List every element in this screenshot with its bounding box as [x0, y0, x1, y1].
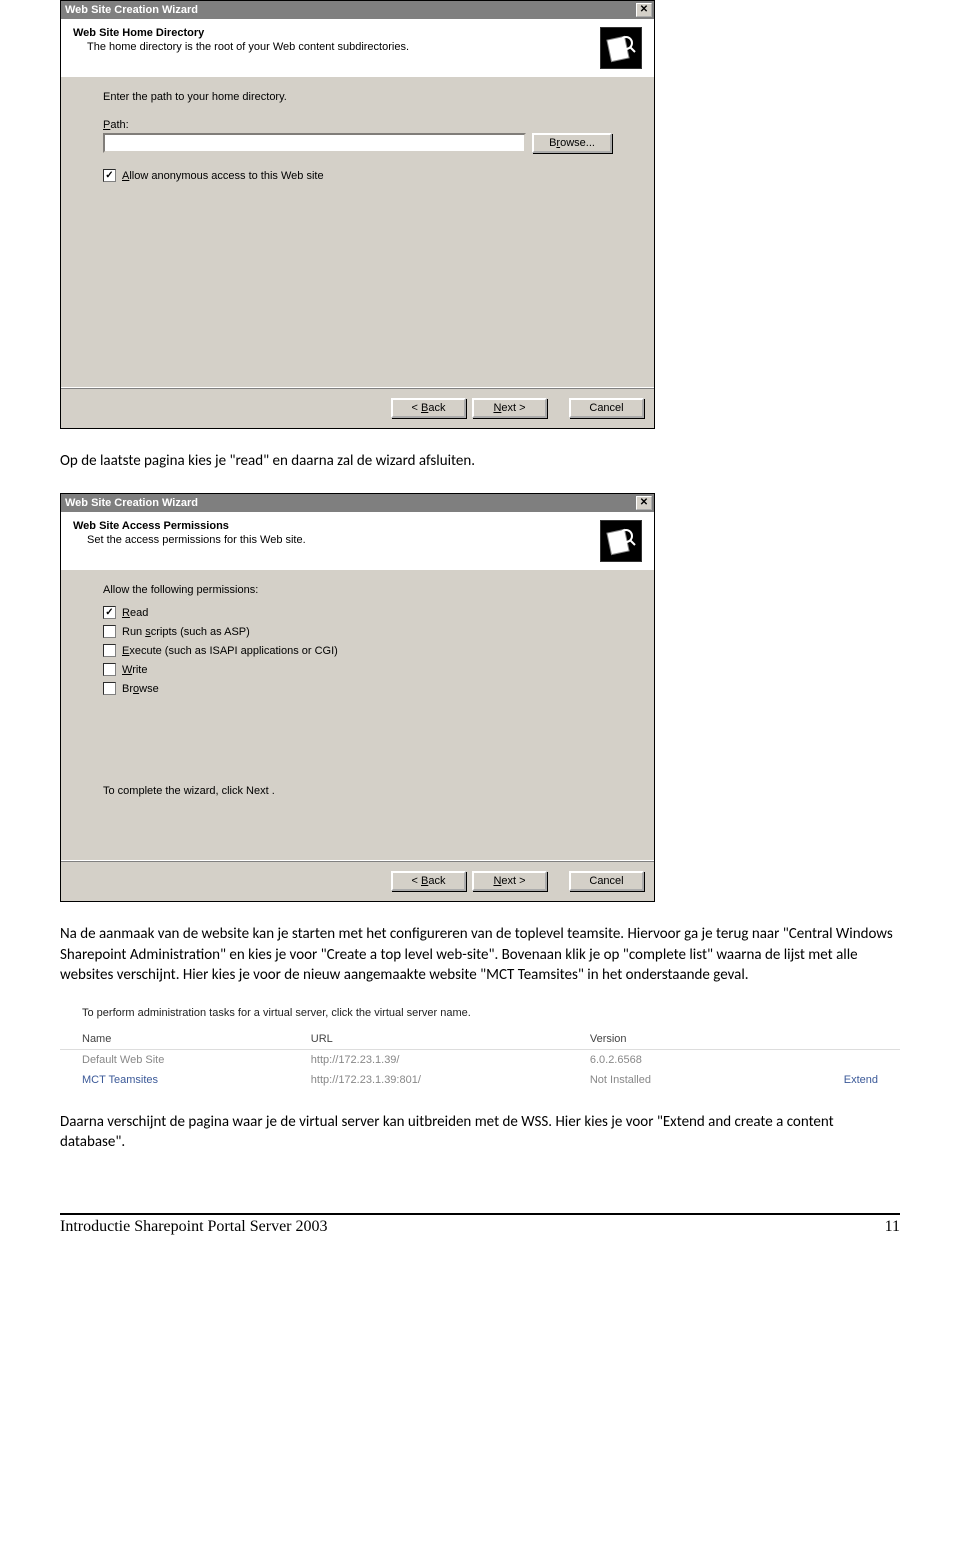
enter-path-prompt: Enter the path to your home directory. [103, 91, 612, 103]
table-row: Default Web Site http://172.23.1.39/ 6.0… [60, 1050, 900, 1071]
wizard-dialog-home-directory: Web Site Creation Wizard ✕ Web Site Home… [60, 0, 655, 429]
virtual-server-list: To perform administration tasks for a vi… [60, 1007, 900, 1090]
doc-footer-title: Introductie Sharepoint Portal Server 200… [60, 1218, 328, 1236]
dialog-heading: Web Site Access Permissions [73, 520, 306, 532]
vs-version: Not Installed [568, 1070, 758, 1090]
cancel-button[interactable]: Cancel [569, 871, 644, 891]
dialog-subheading: Set the access permissions for this Web … [87, 534, 306, 546]
allow-anonymous-checkbox[interactable] [103, 169, 116, 182]
body-paragraph-1: Op de laatste pagina kies je "read" en d… [60, 451, 900, 471]
perm-read-label: Read [122, 607, 148, 619]
dialog-subheading: The home directory is the root of your W… [87, 41, 409, 53]
page-footer: Introductie Sharepoint Portal Server 200… [60, 1213, 900, 1236]
table-row: MCT Teamsites http://172.23.1.39:801/ No… [60, 1070, 900, 1090]
back-button[interactable]: < Back [391, 871, 466, 891]
perm-scripts-label: Run scripts (such as ASP) [122, 626, 250, 638]
dialog-titlebar[interactable]: Web Site Creation Wizard ✕ [61, 1, 654, 19]
table-header-row: Name URL Version [60, 1029, 900, 1050]
perm-browse-checkbox[interactable] [103, 682, 116, 695]
close-icon[interactable]: ✕ [636, 3, 652, 17]
dialog-titlebar[interactable]: Web Site Creation Wizard ✕ [61, 494, 654, 512]
vs-url: http://172.23.1.39:801/ [289, 1070, 568, 1090]
dialog-title: Web Site Creation Wizard [65, 497, 198, 509]
dialog-footer: < Back Next > Cancel [61, 387, 654, 428]
vs-extend [758, 1050, 900, 1071]
book-magnifier-icon [600, 27, 642, 69]
col-action [758, 1029, 900, 1050]
perm-execute-label: Execute (such as ISAPI applications or C… [122, 645, 338, 657]
vsl-intro: To perform administration tasks for a vi… [82, 1007, 900, 1019]
wizard-dialog-access-permissions: Web Site Creation Wizard ✕ Web Site Acce… [60, 493, 655, 902]
path-input[interactable] [103, 133, 526, 153]
col-version: Version [568, 1029, 758, 1050]
vs-name: Default Web Site [60, 1050, 289, 1071]
dialog-title: Web Site Creation Wizard [65, 4, 198, 16]
perm-write-label: Write [122, 664, 147, 676]
perm-execute-checkbox[interactable] [103, 644, 116, 657]
col-url: URL [289, 1029, 568, 1050]
perm-write-checkbox[interactable] [103, 663, 116, 676]
vs-name-link[interactable]: MCT Teamsites [60, 1070, 289, 1090]
back-button[interactable]: < Back [391, 398, 466, 418]
browse-button[interactable]: Browse... [532, 133, 612, 153]
perm-scripts-checkbox[interactable] [103, 625, 116, 638]
perm-browse-label: Browse [122, 683, 159, 695]
body-paragraph-3: Daarna verschijnt de pagina waar je de v… [60, 1112, 900, 1153]
next-button[interactable]: Next > [472, 871, 547, 891]
close-icon[interactable]: ✕ [636, 496, 652, 510]
allow-anonymous-label: Allow anonymous access to this Web site [122, 170, 324, 182]
dialog-footer: < Back Next > Cancel [61, 860, 654, 901]
book-magnifier-icon [600, 520, 642, 562]
dialog-heading: Web Site Home Directory [73, 27, 409, 39]
vs-extend-link[interactable]: Extend [758, 1070, 900, 1090]
dialog-header: Web Site Home Directory The home directo… [61, 19, 654, 77]
allow-permissions-intro: Allow the following permissions: [103, 584, 612, 596]
col-name: Name [60, 1029, 289, 1050]
next-button[interactable]: Next > [472, 398, 547, 418]
complete-wizard-label: To complete the wizard, click Next . [103, 785, 612, 797]
doc-page-number: 11 [885, 1218, 900, 1236]
path-label: PPath:ath: [103, 119, 612, 131]
dialog-header: Web Site Access Permissions Set the acce… [61, 512, 654, 570]
cancel-button[interactable]: Cancel [569, 398, 644, 418]
perm-read-checkbox[interactable] [103, 606, 116, 619]
body-paragraph-2: Na de aanmaak van de website kan je star… [60, 924, 900, 985]
vs-version: 6.0.2.6568 [568, 1050, 758, 1071]
vs-url: http://172.23.1.39/ [289, 1050, 568, 1071]
